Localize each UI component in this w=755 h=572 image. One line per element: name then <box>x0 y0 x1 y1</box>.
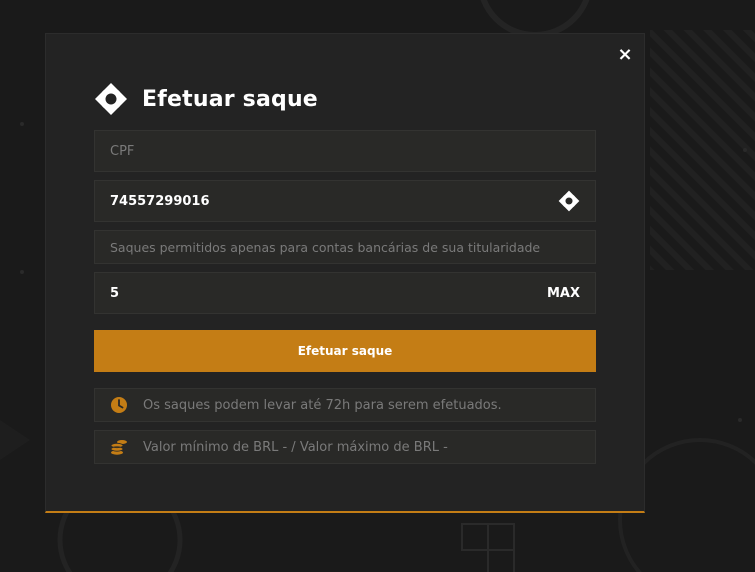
close-icon: × <box>617 44 633 65</box>
coins-icon <box>110 440 127 455</box>
modal-header: Efetuar saque <box>94 82 318 116</box>
cpf-input[interactable] <box>110 143 580 159</box>
amount-field-container: MAX <box>94 272 596 314</box>
account-ownership-notice: Saques permitidos apenas para contas ban… <box>94 230 596 264</box>
pix-logo-icon <box>95 83 127 115</box>
max-button[interactable]: MAX <box>547 286 580 301</box>
modal-title: Efetuar saque <box>142 86 318 112</box>
pix-logo-icon <box>558 190 580 212</box>
clock-icon <box>111 397 127 413</box>
processing-time-text: Os saques podem levar até 72h para serem… <box>143 397 502 413</box>
notice-text: Saques permitidos apenas para contas ban… <box>110 239 541 255</box>
cpf-field-container <box>94 130 596 172</box>
amount-input[interactable] <box>110 285 547 301</box>
withdraw-limits-info: Valor mínimo de BRL - / Valor máximo de … <box>94 430 596 464</box>
withdraw-limits-text: Valor mínimo de BRL - / Valor máximo de … <box>143 439 448 455</box>
submit-withdraw-button[interactable]: Efetuar saque <box>94 330 596 372</box>
processing-time-info: Os saques podem levar até 72h para serem… <box>94 388 596 422</box>
close-button[interactable]: × <box>616 46 634 64</box>
withdraw-modal: × Efetuar saque Saques permitidos <box>45 33 645 513</box>
pix-key-input[interactable] <box>110 193 558 209</box>
pix-key-field-container <box>94 180 596 222</box>
